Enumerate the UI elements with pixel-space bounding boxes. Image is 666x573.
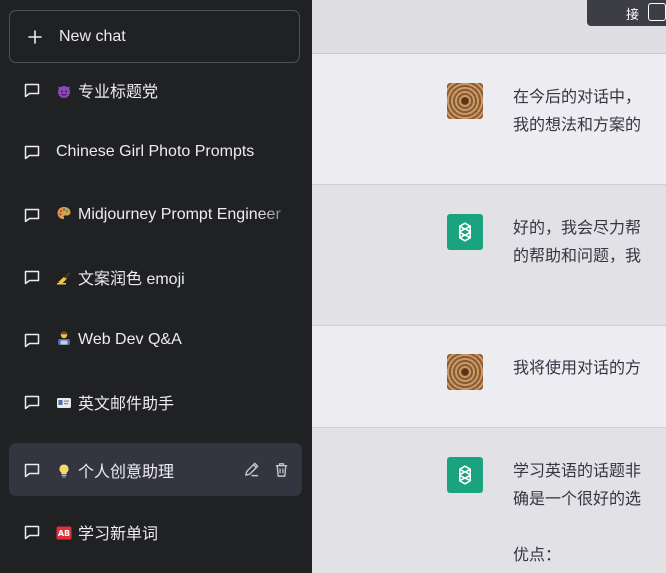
chat-title: 文案润色 emoji bbox=[78, 270, 185, 288]
message-user: 在今后的对话中， 我的想法和方案的 bbox=[312, 54, 666, 184]
chat-bubble-icon bbox=[23, 268, 41, 286]
smiling-devil-icon bbox=[56, 83, 72, 99]
chat-bubble-icon bbox=[23, 523, 41, 541]
top-overlay-control[interactable]: 接 bbox=[587, 0, 666, 26]
chat-bubble-icon bbox=[23, 461, 41, 479]
message-line bbox=[513, 514, 666, 542]
chat-title: 学习新单词 bbox=[78, 525, 159, 543]
user-avatar bbox=[447, 354, 483, 390]
overlay-box-icon bbox=[648, 3, 666, 21]
openai-logo-icon bbox=[459, 222, 471, 242]
chat-bubble-icon bbox=[23, 81, 41, 99]
chat-item-active[interactable]: 个人创意助理 bbox=[9, 443, 302, 496]
chat-title: Web Dev Q&A bbox=[78, 331, 182, 348]
message-line: 学习英语的话题非 bbox=[513, 463, 642, 480]
chat-title: Chinese Girl Photo Prompts bbox=[56, 142, 255, 160]
user-avatar bbox=[447, 83, 483, 119]
chat-bubble-icon bbox=[23, 206, 41, 224]
message-assistant: 学习英语的话题非 确是一个很好的选 优点： bbox=[312, 428, 666, 573]
conversation-area: 接 在今后的对话中， 我的想法和方案的 好的，我会尽力帮 的帮助和问题，我 我将… bbox=[312, 0, 666, 573]
chat-item[interactable]: 文案润色 emoji bbox=[9, 250, 302, 303]
new-chat-button[interactable]: New chat bbox=[9, 10, 300, 63]
chat-item[interactable]: Web Dev Q&A bbox=[9, 313, 302, 366]
message-user: 我将使用对话的方 bbox=[312, 326, 666, 427]
chat-item[interactable]: 专业标题党 bbox=[9, 63, 302, 116]
message-line: 好的，我会尽力帮 bbox=[513, 220, 642, 237]
openai-logo-icon bbox=[459, 465, 471, 485]
artist-palette-icon bbox=[56, 205, 72, 221]
chat-title: 专业标题党 bbox=[78, 83, 159, 101]
assistant-avatar bbox=[447, 457, 483, 493]
top-overlay-text: 接 bbox=[626, 6, 640, 22]
message-line: 优点： bbox=[513, 547, 562, 564]
technologist-icon bbox=[56, 330, 72, 346]
chat-item[interactable]: Midjourney Prompt Engineer bbox=[9, 188, 302, 241]
writing-hand-icon bbox=[56, 270, 72, 286]
message-line: 我将使用对话的方 bbox=[513, 360, 642, 377]
message-assistant: 好的，我会尽力帮 的帮助和问题，我 bbox=[312, 185, 666, 325]
assistant-avatar bbox=[447, 214, 483, 250]
new-chat-label: New chat bbox=[59, 27, 126, 45]
sidebar: New chat 专业标题党 Chinese Girl Photo Prompt… bbox=[0, 0, 312, 573]
chat-bubble-icon bbox=[23, 143, 41, 161]
trash-icon[interactable] bbox=[272, 461, 290, 479]
edit-pencil-icon[interactable] bbox=[242, 461, 260, 479]
chat-title: Midjourney Prompt Engineer bbox=[78, 206, 281, 223]
plus-icon bbox=[26, 28, 44, 46]
message-line: 确是一个很好的选 bbox=[513, 491, 642, 508]
message-line: 我的想法和方案的 bbox=[513, 117, 642, 134]
ab-button-icon: AB bbox=[56, 525, 72, 541]
chat-bubble-icon bbox=[23, 331, 41, 349]
chat-item[interactable]: 英文邮件助手 bbox=[9, 375, 302, 428]
light-bulb-icon bbox=[56, 463, 72, 479]
chat-bubble-icon bbox=[23, 393, 41, 411]
message-line: 在今后的对话中， bbox=[513, 89, 642, 106]
message-line: 的帮助和问题，我 bbox=[513, 248, 642, 265]
id-card-icon bbox=[56, 395, 72, 411]
chat-item[interactable]: Chinese Girl Photo Prompts bbox=[9, 125, 302, 178]
chat-item[interactable]: AB 学习新单词 bbox=[9, 505, 302, 558]
chat-title: 个人创意助理 bbox=[78, 463, 175, 481]
chat-title: 英文邮件助手 bbox=[78, 395, 175, 413]
svg-text:AB: AB bbox=[58, 529, 70, 538]
